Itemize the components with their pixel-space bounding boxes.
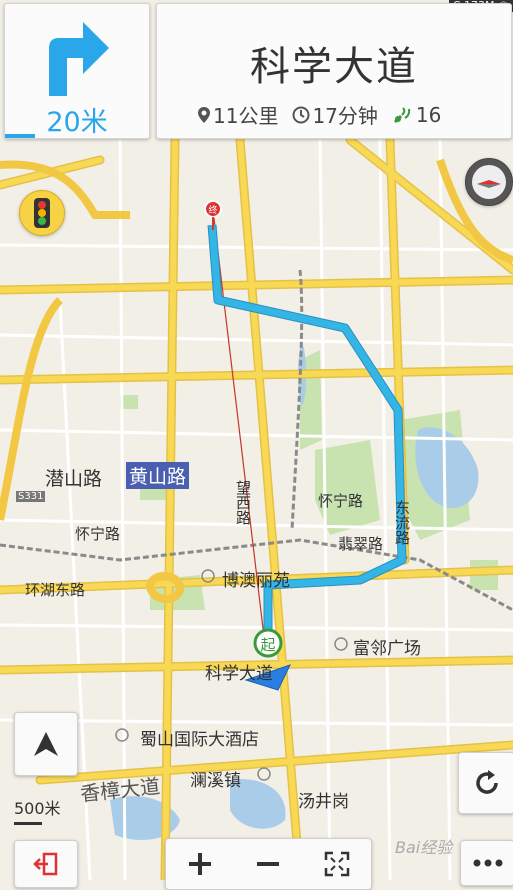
clock-icon — [292, 106, 310, 123]
fullscreen-icon[interactable] — [323, 850, 351, 878]
remaining-time: 17分钟 — [292, 100, 378, 129]
label-huaining-east: 怀宁路 — [318, 492, 364, 510]
start-marker: 起 — [253, 628, 283, 658]
watermark: Bai经验 — [395, 838, 453, 857]
svg-text:终: 终 — [208, 204, 217, 216]
label-boao: 博澳丽苑 — [222, 571, 290, 591]
remaining-distance: 11公里 — [197, 100, 278, 129]
map-toolbar — [165, 838, 372, 890]
scale-bar — [14, 822, 42, 825]
label-huanhu: 环湖东路 — [25, 581, 86, 599]
label-fulin: 富邻广场 — [353, 639, 421, 659]
label-qianshan: 潜山路 — [45, 468, 103, 490]
label-feicui: 翡翠路 — [338, 535, 384, 553]
location-pin-icon — [198, 106, 210, 123]
traffic-light-icon — [34, 198, 50, 228]
exit-icon — [33, 852, 58, 876]
refresh-icon — [475, 770, 498, 794]
traffic-button[interactable] — [19, 190, 65, 236]
navigation-arrow-icon — [34, 732, 58, 756]
road-info-card: 科学大道 11公里 17分钟 16 — [156, 3, 512, 139]
label-s331: S331 — [16, 491, 46, 502]
label-tangjing: 汤井岗 — [298, 792, 349, 812]
more-icon — [473, 859, 502, 867]
north-mode-button[interactable] — [14, 712, 78, 776]
label-dongliu: 东流路 — [393, 500, 411, 545]
satellite-signal-icon — [393, 106, 411, 123]
compass-icon — [472, 165, 506, 199]
label-shushan: 蜀山国际大酒店 — [140, 730, 259, 750]
scale-label: 500米 — [14, 799, 61, 818]
refresh-route-button[interactable] — [458, 752, 513, 814]
zoom-out-icon[interactable] — [254, 850, 282, 878]
label-huaining: 怀宁路 — [75, 525, 121, 543]
road-name: 科学大道 — [250, 44, 418, 90]
label-lanxi: 澜溪镇 — [190, 771, 241, 791]
more-button[interactable] — [460, 840, 513, 886]
turn-instruction-card[interactable]: 20米 — [4, 3, 150, 139]
zoom-in-icon[interactable] — [186, 850, 214, 878]
trip-stats: 11公里 17分钟 16 — [197, 100, 441, 129]
gps-signal: 16 — [392, 103, 441, 127]
turn-right-icon — [49, 22, 109, 96]
turn-progress-bar — [5, 134, 35, 138]
label-kexue: 科学大道 — [205, 664, 273, 684]
exit-navigation-button[interactable] — [14, 840, 78, 888]
compass-button[interactable] — [465, 158, 513, 206]
label-wangxi: 望西路 — [234, 480, 252, 525]
svg-text:起: 起 — [260, 636, 275, 654]
label-huangshan: 黄山路 — [126, 462, 190, 489]
